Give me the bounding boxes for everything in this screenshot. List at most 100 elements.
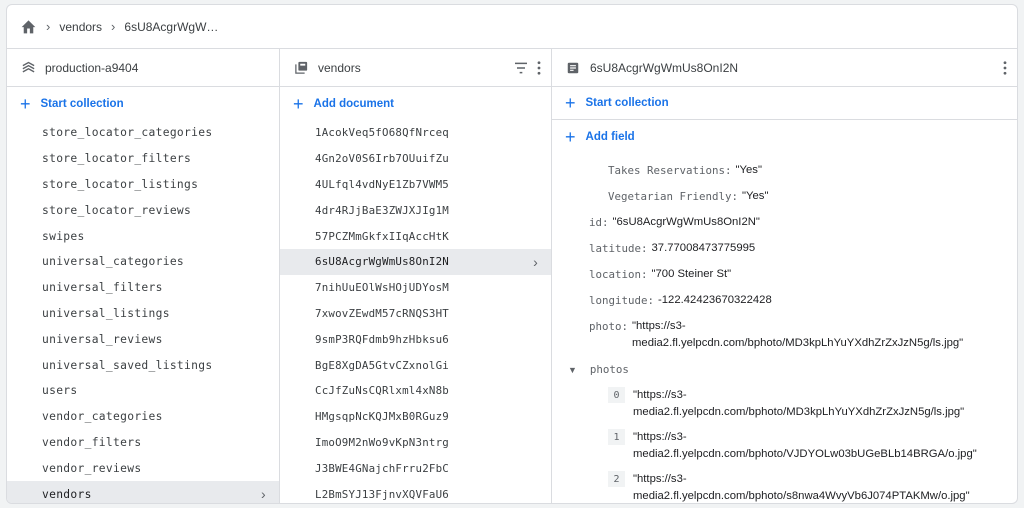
chevron-right-icon: › bbox=[111, 19, 116, 34]
collection-item[interactable]: store_locator_categories bbox=[7, 120, 279, 146]
document-item[interactable]: 7nihUuEOlWsHOjUDYosM bbox=[280, 275, 551, 301]
document-id: 6sU8AcgrWgWmUs8OnI2N bbox=[315, 255, 450, 269]
collection-name: vendors bbox=[42, 487, 92, 501]
field-value: -122.42423670322428 bbox=[658, 294, 772, 306]
field-key: photos bbox=[589, 363, 629, 376]
chevron-right-icon: › bbox=[46, 19, 51, 34]
collection-name: vendor_categories bbox=[42, 410, 163, 424]
collection-item[interactable]: vendor_filters bbox=[7, 430, 279, 456]
more-vert-icon[interactable] bbox=[1003, 60, 1007, 75]
filter-icon[interactable] bbox=[513, 61, 529, 75]
collection-name: universal_reviews bbox=[42, 332, 163, 346]
document-id: 7nihUuEOlWsHOjUDYosM bbox=[315, 281, 450, 295]
document-item[interactable]: CcJfZuNsCQRlxml4xN8b bbox=[280, 378, 551, 404]
collection-list: store_locator_categories store_locator_f… bbox=[7, 120, 279, 503]
collection-item[interactable]: users bbox=[7, 378, 279, 404]
collection-item[interactable]: universal_listings bbox=[7, 301, 279, 327]
document-panel: 6sU8AcgrWgWmUs8OnI2N + Start collection … bbox=[552, 49, 1017, 503]
array-item[interactable]: 0 "https://s3-media2.fl.yelpcdn.com/bpho… bbox=[552, 387, 1017, 421]
document-item[interactable]: ImoO9M2nWo9vKpN3ntrg bbox=[280, 430, 551, 456]
collection-item[interactable]: store_locator_filters bbox=[7, 146, 279, 172]
breadcrumb-item[interactable]: 6sU8AcgrWgW… bbox=[124, 20, 218, 34]
field-row[interactable]: latitude: 37.77008473775995 bbox=[552, 240, 1017, 257]
field-key: photo: bbox=[589, 320, 629, 333]
field-key: Takes Reservations: bbox=[608, 164, 732, 177]
collection-item-selected[interactable]: vendors › bbox=[7, 481, 279, 503]
panels: production-a9404 + Start collection stor… bbox=[7, 49, 1017, 503]
document-item[interactable]: 4ULfql4vdNyE1Zb7VWM5 bbox=[280, 172, 551, 198]
start-collection-label: Start collection bbox=[40, 97, 124, 110]
collection-item[interactable]: universal_saved_listings bbox=[7, 352, 279, 378]
collection-item[interactable]: universal_categories bbox=[7, 249, 279, 275]
field-row[interactable]: photo: "https://s3-media2.fl.yelpcdn.com… bbox=[552, 318, 1017, 352]
plus-icon: + bbox=[565, 126, 576, 147]
document-item[interactable]: BgE8XgDA5GtvCZxnolGi bbox=[280, 352, 551, 378]
document-item[interactable]: HMgsqpNcKQJMxB0RGuz9 bbox=[280, 404, 551, 430]
collection-item[interactable]: vendor_categories bbox=[7, 404, 279, 430]
collection-item[interactable]: store_locator_listings bbox=[7, 172, 279, 198]
field-list: Takes Reservations: "Yes" Vegetarian Fri… bbox=[552, 162, 1017, 503]
array-item[interactable]: 1 "https://s3-media2.fl.yelpcdn.com/bpho… bbox=[552, 429, 1017, 463]
document-id: BgE8XgDA5GtvCZxnolGi bbox=[315, 358, 450, 372]
field-value: "Yes" bbox=[742, 190, 769, 202]
array-field-header[interactable]: ▼ photos bbox=[552, 361, 1017, 378]
collection-name: vendor_filters bbox=[42, 435, 142, 449]
field-row[interactable]: Takes Reservations: "Yes" bbox=[552, 162, 1017, 179]
collection-panel-header: vendors bbox=[280, 49, 551, 87]
array-value: "https://s3-media2.fl.yelpcdn.com/bphoto… bbox=[633, 389, 965, 418]
start-collection-button[interactable]: + Start collection bbox=[552, 87, 1017, 120]
document-item[interactable]: 4Gn2oV0S6Irb7OUuifZu bbox=[280, 146, 551, 172]
more-vert-icon[interactable] bbox=[537, 60, 541, 75]
array-value: "https://s3-media2.fl.yelpcdn.com/bphoto… bbox=[633, 431, 977, 460]
field-row[interactable]: location: "700 Steiner St" bbox=[552, 266, 1017, 283]
document-item[interactable]: 4dr4RJjBaE3ZWJXJIg1M bbox=[280, 197, 551, 223]
add-document-label: Add document bbox=[313, 97, 395, 110]
document-item[interactable]: 1AcokVeq5fO68QfNrceq bbox=[280, 120, 551, 146]
document-id: 7xwovZEwdM57cRNQS3HT bbox=[315, 306, 450, 320]
field-key: location: bbox=[589, 268, 648, 281]
collection-name: store_locator_reviews bbox=[42, 203, 192, 217]
document-list: 1AcokVeq5fO68QfNrceq 4Gn2oV0S6Irb7OUuifZ… bbox=[280, 120, 551, 503]
collection-item[interactable]: vendor_reviews bbox=[7, 455, 279, 481]
document-item[interactable]: 7xwovZEwdM57cRNQS3HT bbox=[280, 301, 551, 327]
field-value: "700 Steiner St" bbox=[651, 268, 732, 280]
field-row[interactable]: longitude: -122.42423670322428 bbox=[552, 292, 1017, 309]
array-index: 1 bbox=[608, 429, 625, 445]
home-icon[interactable] bbox=[20, 19, 37, 34]
array-item[interactable]: 2 "https://s3-media2.fl.yelpcdn.com/bpho… bbox=[552, 471, 1017, 503]
field-row[interactable]: Vegetarian Friendly: "Yes" bbox=[552, 188, 1017, 205]
document-item[interactable]: L2BmSYJ13FjnvXQVFaU6 bbox=[280, 481, 551, 503]
project-title: production-a9404 bbox=[45, 60, 139, 75]
collection-name: universal_categories bbox=[42, 255, 185, 269]
start-collection-button[interactable]: + Start collection bbox=[7, 87, 279, 120]
chevron-right-icon: › bbox=[261, 486, 266, 503]
plus-icon: + bbox=[565, 93, 576, 113]
chevron-right-icon: › bbox=[533, 253, 538, 270]
collection-item[interactable]: universal_filters bbox=[7, 275, 279, 301]
document-title: 6sU8AcgrWgWmUs8OnI2N bbox=[590, 60, 739, 75]
document-panel-header: 6sU8AcgrWgWmUs8OnI2N bbox=[552, 49, 1017, 87]
add-field-label: Add field bbox=[585, 130, 635, 143]
collection-name: universal_filters bbox=[42, 281, 163, 295]
collection-title: vendors bbox=[318, 60, 361, 75]
database-icon bbox=[20, 60, 36, 76]
collection-item[interactable]: universal_reviews bbox=[7, 326, 279, 352]
document-item-selected[interactable]: 6sU8AcgrWgWmUs8OnI2N › bbox=[280, 248, 551, 275]
breadcrumb: › vendors › 6sU8AcgrWgW… bbox=[7, 5, 1017, 49]
array-index: 0 bbox=[608, 387, 625, 403]
add-document-button[interactable]: + Add document bbox=[280, 87, 551, 120]
root-panel: production-a9404 + Start collection stor… bbox=[7, 49, 280, 503]
breadcrumb-item[interactable]: vendors bbox=[59, 20, 102, 34]
document-item[interactable]: 57PCZMmGkfxIIqAccHtK bbox=[280, 223, 551, 249]
document-item[interactable]: J3BWE4GNajchFrru2FbC bbox=[280, 455, 551, 481]
document-item[interactable]: 9smP3RQFdmb9hzHbksu6 bbox=[280, 326, 551, 352]
document-id: 1AcokVeq5fO68QfNrceq bbox=[315, 126, 450, 140]
document-id: J3BWE4GNajchFrru2FbC bbox=[315, 461, 450, 475]
array-value: "https://s3-media2.fl.yelpcdn.com/bphoto… bbox=[633, 473, 970, 502]
collection-item[interactable]: store_locator_reviews bbox=[7, 197, 279, 223]
collection-item[interactable]: swipes bbox=[7, 223, 279, 249]
document-icon bbox=[565, 60, 581, 76]
field-row[interactable]: id: "6sU8AcgrWgWmUs8OnI2N" bbox=[552, 214, 1017, 231]
expand-triangle-icon[interactable]: ▼ bbox=[568, 365, 577, 375]
add-field-button[interactable]: + Add field bbox=[552, 120, 1017, 153]
